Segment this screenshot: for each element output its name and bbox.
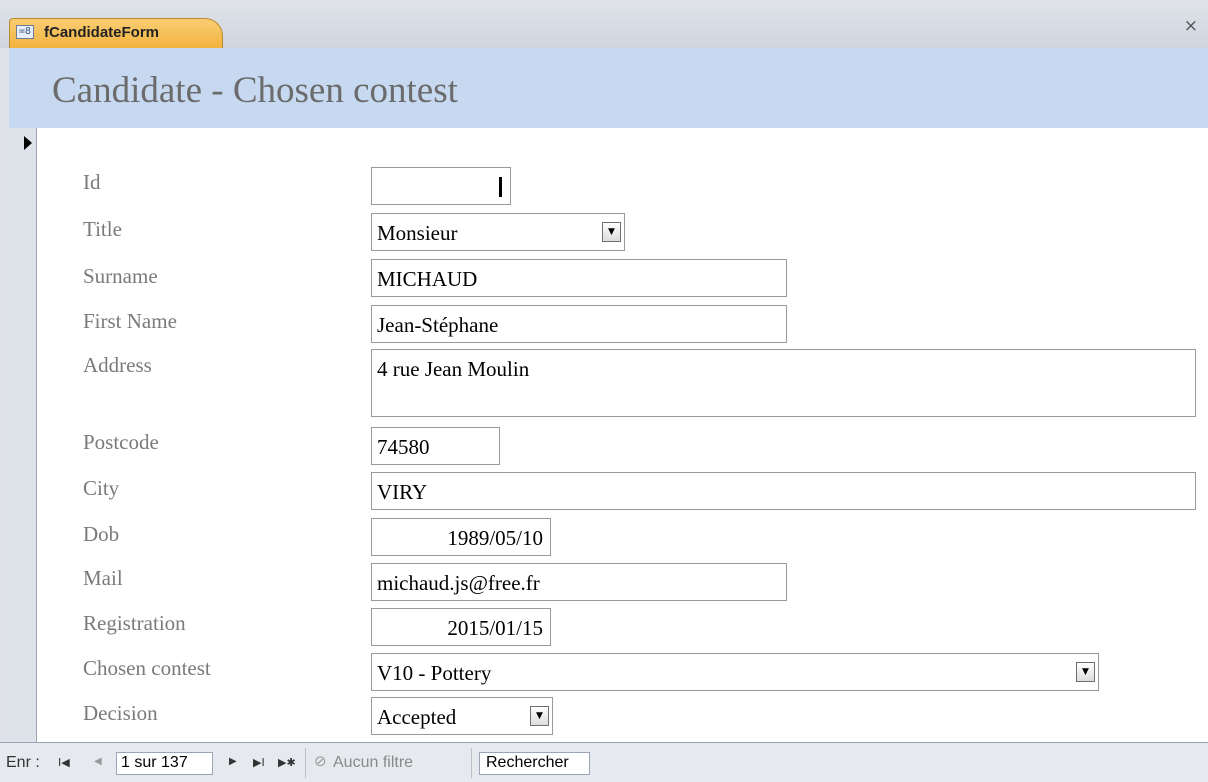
filter-icon: ⊘ — [314, 752, 327, 770]
first-record-icon[interactable]: I◀ — [58, 756, 70, 769]
document-tab-bar: =8 fCandidateForm × — [0, 0, 1208, 49]
address-value: 4 rue Jean Moulin — [377, 357, 530, 381]
first-name-label: First Name — [83, 309, 177, 333]
address-field[interactable]: 4 rue Jean Moulin — [371, 349, 1196, 417]
registration-value: 2015/01/15 — [447, 616, 543, 640]
city-value: VIRY — [377, 480, 428, 504]
surname-label: Surname — [83, 264, 158, 288]
mail-value: michaud.js@free.fr — [377, 571, 540, 595]
close-icon[interactable]: × — [1184, 16, 1198, 36]
dob-value: 1989/05/10 — [447, 526, 543, 550]
left-border — [0, 48, 9, 742]
chosen-contest-dropdown-icon[interactable]: ▼ — [1076, 662, 1095, 682]
tab-fcandidateform[interactable]: =8 fCandidateForm — [9, 18, 223, 48]
nav-separator — [471, 748, 472, 778]
title-value: Monsieur — [377, 221, 458, 245]
surname-field[interactable]: MICHAUD — [371, 259, 787, 297]
first-name-field[interactable]: Jean-Stéphane — [371, 305, 787, 343]
form-title: Candidate - Chosen contest — [52, 70, 458, 111]
city-label: City — [83, 476, 120, 500]
city-field[interactable]: VIRY — [371, 472, 1196, 510]
chosen-contest-combo[interactable]: V10 - Pottery ▼ — [371, 653, 1099, 691]
decision-dropdown-icon[interactable]: ▼ — [530, 706, 549, 726]
title-combo[interactable]: Monsieur ▼ — [371, 213, 625, 251]
surname-value: MICHAUD — [377, 267, 478, 291]
current-record-icon — [24, 136, 32, 150]
form-icon: =8 — [16, 25, 34, 39]
tab-label: fCandidateForm — [44, 24, 160, 41]
record-position-value: 1 sur 137 — [121, 754, 188, 771]
decision-label: Decision — [83, 701, 158, 725]
dob-label: Dob — [83, 522, 120, 546]
text-cursor — [499, 177, 502, 197]
title-dropdown-icon[interactable]: ▼ — [602, 222, 621, 242]
postcode-value: 74580 — [377, 435, 430, 459]
new-record-icon[interactable]: ▶✱ — [278, 756, 296, 769]
dob-field[interactable]: 1989/05/10 — [371, 518, 551, 556]
previous-record-icon[interactable]: ◀ — [94, 756, 102, 767]
mail-field[interactable]: michaud.js@free.fr — [371, 563, 787, 601]
last-record-icon[interactable]: ▶I — [253, 756, 265, 769]
postcode-label: Postcode — [83, 430, 159, 454]
next-record-icon[interactable]: ▶ — [229, 756, 237, 767]
record-selector[interactable] — [9, 128, 37, 742]
nav-separator — [305, 748, 306, 778]
registration-field[interactable]: 2015/01/15 — [371, 608, 551, 646]
registration-label: Registration — [83, 611, 186, 635]
first-name-value: Jean-Stéphane — [377, 313, 499, 337]
id-field[interactable] — [371, 167, 511, 205]
id-label: Id — [83, 170, 101, 194]
search-input[interactable]: Rechercher — [479, 752, 590, 775]
chosen-contest-label: Chosen contest — [83, 656, 211, 680]
record-navigation-bar: Enr : I◀ ◀ 1 sur 137 ▶ ▶I ▶✱ ⊘ Aucun fil… — [0, 742, 1208, 782]
chosen-contest-value: V10 - Pottery — [377, 661, 492, 685]
record-position-input[interactable]: 1 sur 137 — [116, 752, 213, 775]
decision-value: Accepted — [377, 705, 457, 729]
postcode-field[interactable]: 74580 — [371, 427, 500, 465]
filter-status[interactable]: Aucun filtre — [333, 754, 413, 772]
record-label: Enr : — [6, 754, 40, 771]
search-placeholder: Rechercher — [486, 754, 569, 771]
address-label: Address — [83, 353, 152, 377]
decision-combo[interactable]: Accepted ▼ — [371, 697, 553, 735]
form-header: Candidate - Chosen contest — [9, 48, 1208, 128]
title-label: Title — [83, 217, 122, 241]
mail-label: Mail — [83, 566, 123, 590]
